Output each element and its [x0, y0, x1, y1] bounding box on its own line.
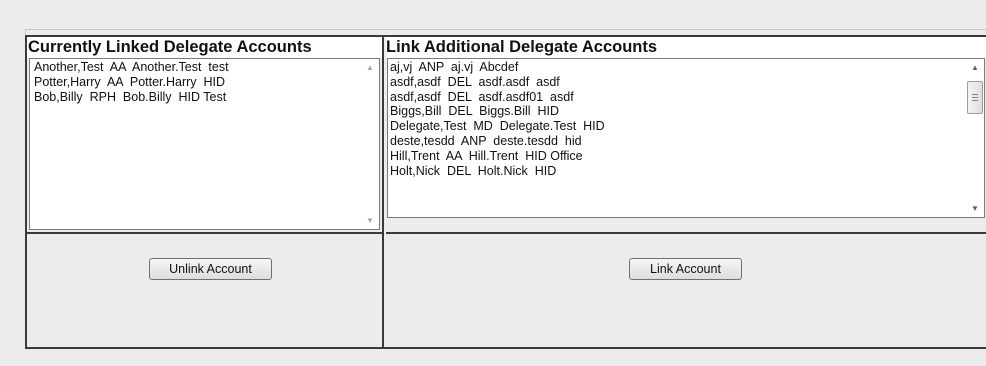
- list-item[interactable]: Delegate,Test MD Delegate.Test HID: [390, 119, 984, 134]
- scrollbar-thumb[interactable]: [967, 81, 983, 114]
- list-item[interactable]: Holt,Nick DEL Holt.Nick HID: [390, 164, 984, 179]
- linked-accounts-column: Currently Linked Delegate Accounts Anoth…: [27, 37, 384, 347]
- delegate-accounts-table: Currently Linked Delegate Accounts Anoth…: [25, 35, 986, 349]
- scroll-down-icon[interactable]: ▼: [361, 212, 379, 229]
- available-accounts-items: aj,vj ANP aj.vj Abcdef asdf,asdf DEL asd…: [388, 59, 984, 178]
- list-item[interactable]: asdf,asdf DEL asdf.asdf01 asdf: [390, 90, 984, 105]
- list-item[interactable]: Bob,Billy RPH Bob.Billy HID Test: [34, 90, 379, 105]
- list-item[interactable]: Hill,Trent AA Hill.Trent HID Office: [390, 149, 984, 164]
- linked-accounts-listbox[interactable]: Another,Test AA Another.Test test Potter…: [29, 58, 380, 230]
- scroll-up-icon[interactable]: ▲: [361, 59, 379, 76]
- list-item[interactable]: aj,vj ANP aj.vj Abcdef: [390, 60, 984, 75]
- available-scrollbar[interactable]: ▲ ▼: [966, 59, 984, 217]
- linked-accounts-header: Currently Linked Delegate Accounts: [27, 37, 382, 58]
- grip-line: [972, 100, 978, 101]
- scroll-up-icon[interactable]: ▲: [966, 59, 984, 76]
- list-item[interactable]: deste,tesdd ANP deste.tesdd hid: [390, 134, 984, 149]
- linked-button-area: Unlink Account: [27, 234, 382, 347]
- scroll-down-icon[interactable]: ▼: [966, 200, 984, 217]
- link-account-button[interactable]: Link Account: [629, 258, 742, 280]
- available-accounts-column: Link Additional Delegate Accounts aj,vj …: [386, 37, 986, 347]
- available-accounts-listbox[interactable]: aj,vj ANP aj.vj Abcdef asdf,asdf DEL asd…: [387, 58, 985, 218]
- unlink-account-button[interactable]: Unlink Account: [149, 258, 272, 280]
- list-item[interactable]: Biggs,Bill DEL Biggs.Bill HID: [390, 104, 984, 119]
- available-accounts-header: Link Additional Delegate Accounts: [386, 37, 986, 58]
- list-item[interactable]: asdf,asdf DEL asdf.asdf asdf: [390, 75, 984, 90]
- grip-line: [972, 97, 978, 98]
- linked-scrollbar[interactable]: ▲ ▼: [361, 59, 379, 229]
- list-item[interactable]: Potter,Harry AA Potter.Harry HID: [34, 75, 379, 90]
- available-button-area: Link Account: [386, 234, 986, 347]
- list-item[interactable]: Another,Test AA Another.Test test: [34, 60, 379, 75]
- grip-line: [972, 94, 978, 95]
- linked-accounts-items: Another,Test AA Another.Test test Potter…: [30, 59, 379, 104]
